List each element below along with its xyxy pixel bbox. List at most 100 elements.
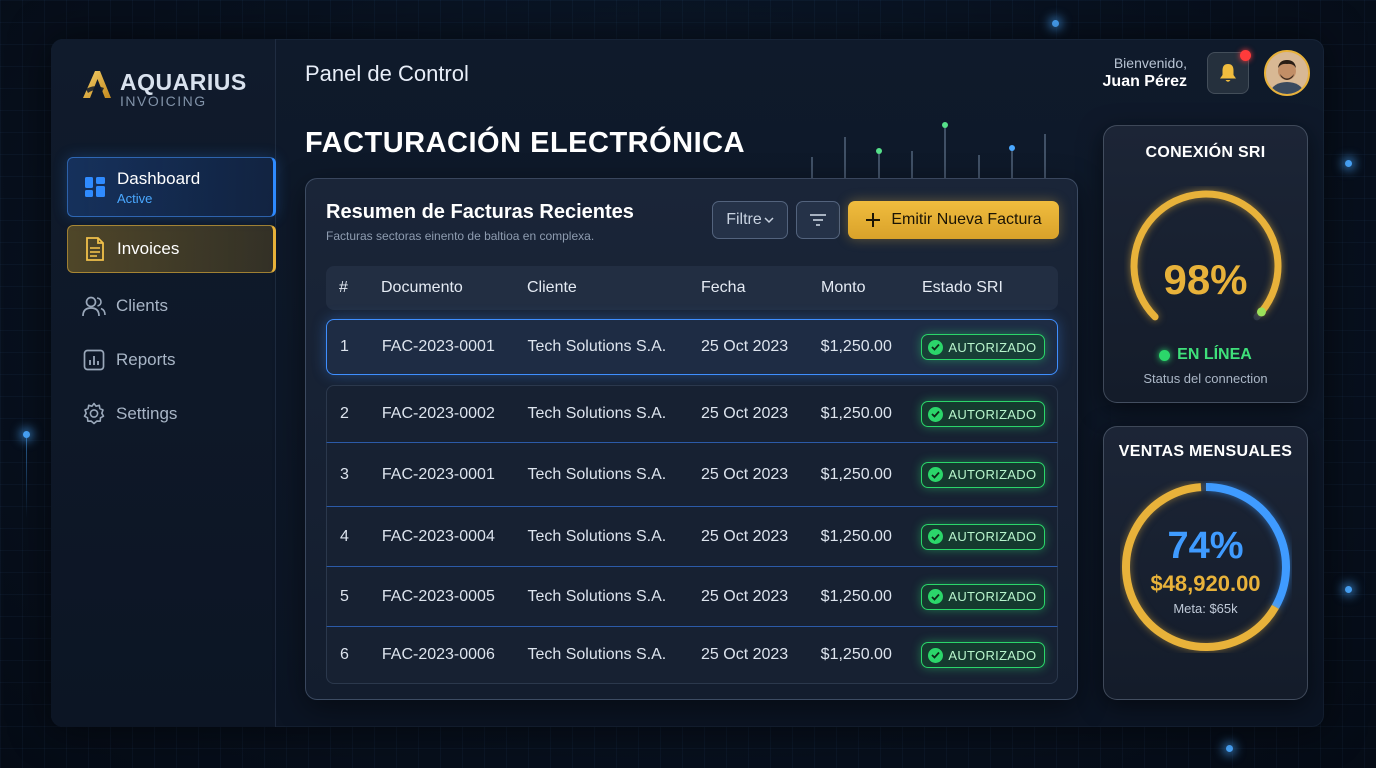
status-label: AUTORIZADO bbox=[948, 467, 1037, 482]
cell-date: 25 Oct 2023 bbox=[701, 646, 789, 663]
cell-client: Tech Solutions S.A. bbox=[527, 527, 667, 545]
status-badge: AUTORIZADO bbox=[921, 401, 1046, 427]
plus-icon bbox=[866, 213, 881, 227]
table-row[interactable]: 5 FAC-2023-0005 Tech Solutions S.A. 25 O… bbox=[326, 566, 1058, 626]
cell-number: 6 bbox=[340, 646, 349, 663]
cell-client: Tech Solutions S.A. bbox=[527, 587, 667, 605]
table-row[interactable]: 3 FAC-2023-0001 Tech Solutions S.A. 25 O… bbox=[326, 442, 1058, 506]
cell-document: FAC-2023-0004 bbox=[381, 527, 495, 545]
sort-button[interactable] bbox=[796, 201, 840, 239]
check-circle-icon bbox=[928, 647, 944, 663]
decor-dot bbox=[1052, 20, 1059, 27]
notifications-button[interactable] bbox=[1207, 50, 1251, 94]
column-header[interactable]: Cliente bbox=[527, 279, 701, 297]
aquarius-logo-icon bbox=[83, 71, 111, 98]
sidebar-item-sublabel: Active bbox=[117, 190, 153, 206]
cell-document: FAC-2023-0001 bbox=[381, 465, 495, 483]
sales-amount: $48,920.00 bbox=[1150, 571, 1261, 596]
cell-amount: $1,250.00 bbox=[820, 646, 892, 663]
status-badge: AUTORIZADO bbox=[921, 642, 1046, 668]
card-title: CONEXIÓN SRI bbox=[1145, 144, 1266, 161]
table-row[interactable]: 1 FAC-2023-0001 Tech Solutions S.A. 25 O… bbox=[326, 319, 1058, 375]
cell-number: 1 bbox=[340, 338, 349, 355]
cell-client: Tech Solutions S.A. bbox=[527, 405, 667, 422]
status-badge: AUTORIZADO bbox=[921, 334, 1046, 360]
cell-date: 25 Oct 2023 bbox=[701, 527, 789, 545]
monthly-sales-card: VENTAS MENSUALES 74% $48,920.00 Meta: $6… bbox=[1103, 426, 1308, 700]
cell-date: 25 Oct 2023 bbox=[701, 465, 789, 483]
sidebar-item-label: Clients bbox=[116, 296, 168, 315]
sidebar-item-label: Settings bbox=[116, 404, 178, 423]
sidebar-item-invoices[interactable]: Invoices bbox=[67, 225, 276, 273]
cell-document: FAC-2023-0001 bbox=[381, 338, 495, 355]
emit-invoice-button[interactable]: Emitir Nueva Factura bbox=[848, 201, 1059, 239]
cell-document: FAC-2023-0005 bbox=[381, 587, 495, 605]
status-badge: AUTORIZADO bbox=[921, 461, 1046, 488]
sidebar-item-label: Reports bbox=[116, 350, 176, 369]
cell-client: Tech Solutions S.A. bbox=[527, 338, 667, 355]
user-name: Juan Pérez bbox=[1102, 73, 1187, 90]
welcome-block: Bienvenido, Juan Pérez bbox=[1103, 55, 1187, 91]
column-header[interactable]: Monto bbox=[821, 279, 922, 297]
avatar[interactable] bbox=[1264, 50, 1310, 96]
filter-label: Filtre bbox=[726, 211, 762, 228]
sidebar-item-settings[interactable]: Settings bbox=[67, 389, 276, 439]
sidebar-item-clients[interactable]: Clients bbox=[67, 281, 276, 331]
cell-number: 5 bbox=[340, 587, 349, 605]
decor-dot bbox=[1345, 586, 1352, 593]
cell-document: FAC-2023-0002 bbox=[381, 405, 495, 422]
status-label: AUTORIZADO bbox=[948, 589, 1037, 604]
column-header[interactable]: # bbox=[326, 279, 381, 297]
status-label: AUTORIZADO bbox=[948, 406, 1037, 422]
notification-badge bbox=[1240, 50, 1251, 61]
status-label: AUTORIZADO bbox=[948, 647, 1037, 663]
welcome-text: Bienvenido, bbox=[1113, 55, 1187, 71]
online-status: EN LÍNEA bbox=[1104, 346, 1307, 364]
logo: AQUARIUS INVOICING bbox=[80, 67, 247, 109]
dashboard-grid-icon bbox=[82, 174, 108, 200]
cell-number: 2 bbox=[340, 405, 349, 422]
decor-dot bbox=[23, 431, 30, 438]
check-circle-icon bbox=[928, 467, 944, 482]
sort-lines-icon bbox=[810, 214, 826, 226]
cell-amount: $1,250.00 bbox=[820, 405, 892, 422]
cell-date: 25 Oct 2023 bbox=[701, 338, 789, 355]
check-circle-icon bbox=[928, 589, 944, 604]
cell-status: AUTORIZADO bbox=[921, 401, 1057, 427]
sidebar-nav: Dashboard Active Invoices Clients Report… bbox=[67, 157, 276, 443]
sidebar-item-dashboard[interactable]: Dashboard Active bbox=[67, 157, 276, 217]
status-label: AUTORIZADO bbox=[948, 529, 1037, 544]
column-header[interactable]: Fecha bbox=[701, 279, 821, 297]
document-icon bbox=[82, 236, 108, 262]
sidebar-item-reports[interactable]: Reports bbox=[67, 335, 276, 385]
users-icon bbox=[81, 293, 107, 319]
sidebar-item-label: Dashboard bbox=[117, 168, 201, 188]
check-circle-icon bbox=[928, 406, 944, 422]
sales-percent: 74% bbox=[1167, 525, 1244, 567]
online-dot bbox=[1159, 349, 1171, 361]
cell-status: AUTORIZADO bbox=[921, 642, 1057, 668]
column-header[interactable]: Estado SRI bbox=[922, 279, 1058, 297]
table-header: # Documento Cliente Fecha Monto Estado S… bbox=[326, 266, 1058, 310]
decor-dot bbox=[1345, 160, 1352, 167]
card-title: VENTAS MENSUALES bbox=[1118, 443, 1293, 460]
column-header[interactable]: Documento bbox=[381, 279, 527, 297]
cell-number: 4 bbox=[340, 527, 349, 545]
cell-date: 25 Oct 2023 bbox=[701, 587, 789, 605]
section-title: FACTURACIÓN ELECTRÓNICA bbox=[305, 127, 746, 159]
decor-bars bbox=[811, 122, 1046, 179]
table-row[interactable]: 6 FAC-2023-0006 Tech Solutions S.A. 25 O… bbox=[326, 626, 1058, 684]
bell-icon bbox=[1220, 64, 1236, 82]
cell-amount: $1,250.00 bbox=[820, 527, 892, 545]
online-label: EN LÍNEA bbox=[1177, 346, 1252, 363]
table-row[interactable]: 4 FAC-2023-0004 Tech Solutions S.A. 25 O… bbox=[326, 506, 1058, 566]
cell-status: AUTORIZADO bbox=[921, 334, 1057, 360]
cell-client: Tech Solutions S.A. bbox=[527, 646, 667, 663]
sales-goal: Meta: $65k bbox=[1173, 601, 1238, 616]
cell-number: 3 bbox=[340, 465, 349, 483]
sidebar: AQUARIUS INVOICING Dashboard Active Invo… bbox=[51, 39, 276, 727]
filter-button[interactable]: Filtre bbox=[712, 201, 788, 239]
sidebar-item-label: Invoices bbox=[117, 239, 180, 258]
table-row[interactable]: 2 FAC-2023-0002 Tech Solutions S.A. 25 O… bbox=[326, 385, 1058, 442]
connection-status-text: Status del connection bbox=[1143, 371, 1268, 386]
